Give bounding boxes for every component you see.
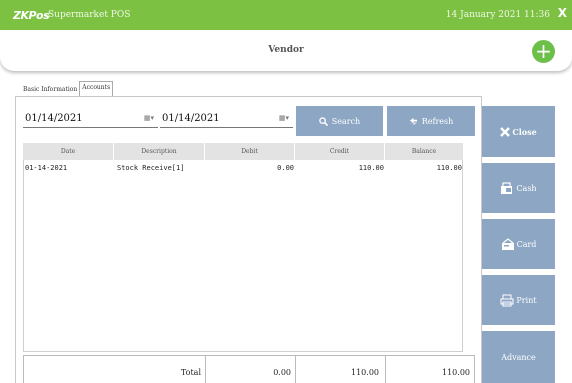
totals-row: Total 0.00 110.00 110.00 [23, 355, 475, 383]
advance-button[interactable]: Advance [482, 331, 555, 383]
tab-bar: Basic Information Accounts [21, 81, 114, 96]
total-balance: 110.00 [385, 356, 475, 383]
transactions-table: 01-14-2021 Stock Receive[1] 0.00 110.00 … [23, 160, 463, 352]
table-row[interactable]: 01-14-2021 Stock Receive[1] 0.00 110.00 … [24, 164, 464, 176]
app-name: Supermarket POS [48, 10, 131, 20]
column-header-credit: Credit [295, 143, 385, 160]
cell-credit: 110.00 [358, 164, 384, 172]
cell-description: Stock Receive[1] [117, 164, 185, 172]
print-button-label: Print [516, 295, 537, 305]
card-icon [501, 237, 514, 250]
card-button[interactable]: Card [482, 219, 555, 269]
cell-balance: 110.00 [436, 164, 462, 172]
title-bar: ZKPos Supermarket POS 14 January 2021 11… [0, 0, 572, 30]
refresh-button[interactable]: Refresh [387, 106, 475, 136]
card-button-label: Card [516, 239, 537, 249]
total-label: Total [23, 356, 205, 383]
close-window-icon[interactable]: X [558, 6, 567, 20]
add-button[interactable]: + [532, 40, 555, 63]
total-debit: 0.00 [205, 356, 295, 383]
cash-button[interactable]: Cash [482, 163, 555, 213]
to-date-value: 01/14/2021 [162, 113, 220, 124]
to-date-field[interactable]: 01/14/2021 ▦▾ [160, 108, 293, 128]
from-date-value: 01/14/2021 [25, 113, 83, 124]
datetime-display: 14 January 2021 11:36 [445, 10, 550, 20]
print-button[interactable]: Print [482, 275, 555, 325]
search-button[interactable]: Search [296, 106, 383, 136]
printer-icon [500, 294, 514, 306]
column-header-date: Date [23, 143, 114, 160]
column-header-description: Description [114, 143, 205, 160]
search-icon [318, 116, 328, 126]
app-logo: ZKPos [13, 9, 50, 22]
page-title: Vendor [268, 45, 304, 55]
column-header-debit: Debit [205, 143, 295, 160]
total-credit: 110.00 [295, 356, 385, 383]
cash-icon [501, 181, 513, 194]
search-button-label: Search [331, 116, 361, 126]
cell-date: 01-14-2021 [25, 164, 68, 172]
refresh-icon [409, 117, 417, 125]
tab-accounts[interactable]: Accounts [79, 81, 114, 96]
table-header: Date Description Debit Credit Balance [23, 143, 463, 160]
tab-basic-information[interactable]: Basic Information [21, 84, 79, 96]
close-button-label: Close [512, 126, 537, 137]
advance-button-label: Advance [501, 352, 536, 362]
page-header: Vendor + [0, 30, 572, 71]
from-date-field[interactable]: 01/14/2021 ▦▾ [23, 108, 158, 128]
column-header-balance: Balance [411, 148, 437, 155]
cash-button-label: Cash [516, 183, 537, 193]
cell-debit: 0.00 [277, 164, 294, 172]
calendar-dropdown-icon[interactable]: ▦▾ [279, 114, 289, 122]
close-button[interactable]: Close [482, 106, 555, 157]
refresh-button-label: Refresh [421, 116, 454, 126]
close-icon [500, 126, 511, 137]
calendar-dropdown-icon[interactable]: ▦▾ [144, 114, 154, 122]
